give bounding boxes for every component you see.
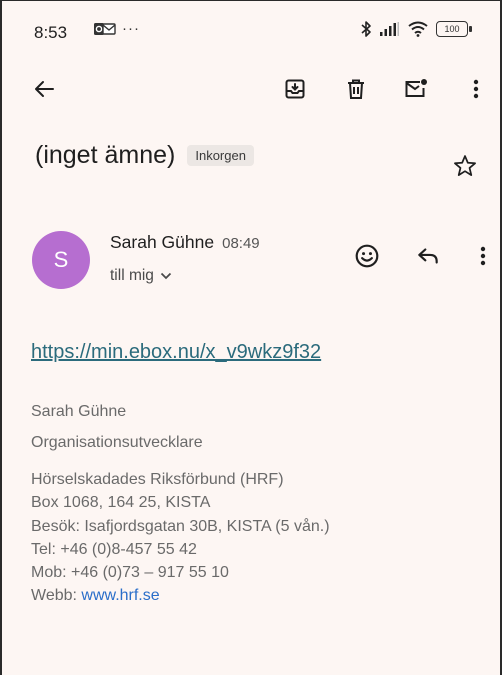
subject-row: (inget ämne) Inkorgen bbox=[35, 141, 254, 170]
status-notification-icons: ··· bbox=[94, 20, 140, 37]
signature-web: Webb: www.hrf.se bbox=[31, 584, 330, 607]
wifi-icon bbox=[408, 21, 428, 37]
react-emoji-button[interactable] bbox=[352, 241, 382, 271]
signature-tel: Tel: +46 (0)8-457 55 42 bbox=[31, 540, 197, 558]
archive-icon bbox=[285, 79, 305, 99]
back-arrow-icon bbox=[35, 81, 54, 97]
mark-unread-button[interactable] bbox=[402, 75, 430, 103]
email-screen: 8:53 ··· 100 (inget ämne) Inkorgen S Sar… bbox=[0, 0, 502, 675]
mail-unread-icon bbox=[405, 79, 427, 97]
recipient-label: till mig bbox=[110, 267, 154, 284]
chevron-down-icon bbox=[160, 272, 172, 280]
signal-icon bbox=[380, 22, 399, 36]
back-button[interactable] bbox=[30, 75, 58, 103]
signature-visit: Besök: Isafjordsgatan 30B, KISTA (5 vån.… bbox=[31, 517, 330, 535]
status-system-icons: 100 bbox=[360, 20, 472, 38]
star-button[interactable] bbox=[452, 153, 478, 184]
bluetooth-icon bbox=[361, 21, 371, 37]
trash-icon bbox=[348, 79, 364, 99]
email-subject: (inget ämne) bbox=[35, 141, 176, 169]
signature-contact-block: Hörselskadades Riksförbund (HRF) Box 106… bbox=[31, 468, 330, 608]
message-more-button[interactable] bbox=[468, 241, 498, 271]
signature-mob: Mob: +46 (0)73 – 917 55 10 bbox=[31, 564, 229, 582]
smiley-icon bbox=[355, 244, 379, 268]
inbox-label-chip[interactable]: Inkorgen bbox=[187, 145, 254, 166]
archive-button[interactable] bbox=[281, 75, 309, 103]
more-options-button[interactable] bbox=[462, 75, 490, 103]
reply-button[interactable] bbox=[413, 241, 443, 271]
outlook-notification-icon bbox=[94, 22, 116, 35]
more-vert-icon bbox=[473, 79, 479, 99]
status-bar: 8:53 ··· 100 bbox=[2, 1, 500, 63]
signature-title: Organisationsutvecklare bbox=[31, 434, 203, 451]
sender-avatar[interactable]: S bbox=[32, 231, 90, 289]
signature-web-link[interactable]: www.hrf.se bbox=[81, 587, 159, 604]
sender-name: Sarah Gühne bbox=[110, 232, 215, 252]
signature-web-label: Webb: bbox=[31, 587, 82, 605]
signature-org: Hörselskadades Riksförbund (HRF) bbox=[31, 471, 284, 488]
email-toolbar bbox=[2, 63, 500, 115]
more-notifications-indicator: ··· bbox=[122, 20, 140, 37]
body-link[interactable]: https://min.ebox.nu/x_v9wkz9f32 bbox=[31, 341, 321, 364]
more-vert-icon bbox=[480, 246, 486, 266]
star-icon bbox=[454, 155, 476, 176]
signature-address: Box 1068, 164 25, KISTA bbox=[31, 494, 211, 512]
status-time: 8:53 bbox=[34, 23, 68, 42]
sender-line: Sarah Gühne 08:49 bbox=[110, 232, 260, 253]
battery-indicator: 100 bbox=[436, 21, 472, 37]
reply-icon bbox=[418, 248, 438, 264]
signature-name: Sarah Gühne bbox=[31, 403, 127, 420]
sent-time: 08:49 bbox=[222, 235, 260, 252]
recipient-toggle[interactable]: till mig bbox=[110, 267, 172, 285]
delete-button[interactable] bbox=[342, 75, 370, 103]
